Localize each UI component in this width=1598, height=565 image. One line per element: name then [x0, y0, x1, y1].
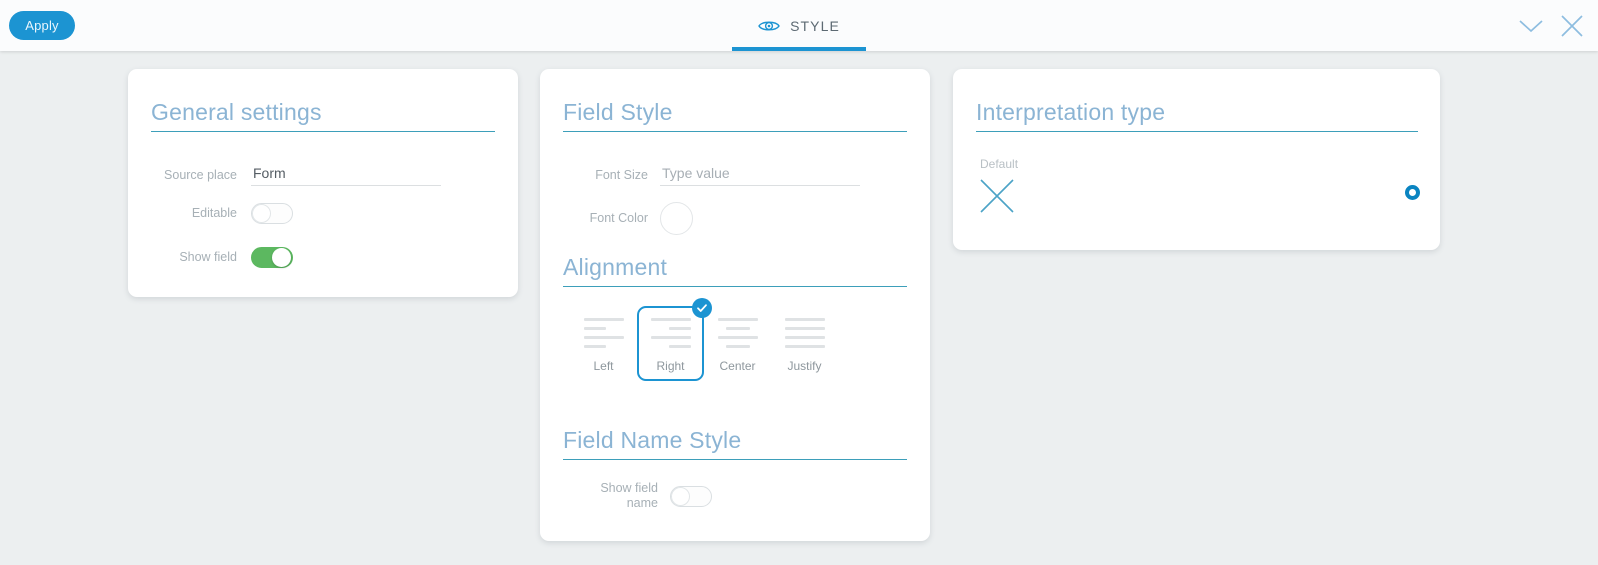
font-color-swatch[interactable] — [660, 202, 693, 235]
close-icon[interactable] — [1560, 14, 1584, 38]
alignment-preview-lines — [650, 318, 691, 348]
font-size-input[interactable] — [660, 165, 860, 186]
show-field-label: Show field — [179, 250, 237, 264]
field-style-title: Field Style — [563, 99, 907, 132]
show-field-name-label: Show field name — [600, 481, 658, 510]
close-x-icon — [976, 175, 1018, 222]
alignment-option-justify[interactable]: Justify — [771, 306, 838, 381]
alignment-preview-line — [784, 327, 825, 330]
eye-icon — [758, 19, 780, 33]
alignment-preview-line — [668, 327, 691, 330]
alignment-preview-line — [650, 336, 691, 339]
alignment-preview-line — [583, 336, 624, 339]
app-header: Apply STYLE — [0, 0, 1598, 51]
alignment-option-left[interactable]: Left — [570, 306, 637, 381]
alignment-preview-line — [583, 327, 606, 330]
editable-toggle[interactable] — [251, 203, 293, 224]
interpretation-body: Default — [976, 157, 1421, 227]
toggle-knob — [671, 486, 690, 506]
show-field-row: Show field — [151, 247, 495, 268]
alignment-option-center[interactable]: Center — [704, 306, 771, 381]
alignment-preview-line — [583, 345, 606, 348]
tab-bar: STYLE — [0, 0, 1598, 51]
toggle-knob — [272, 248, 291, 267]
alignment-preview-line — [725, 327, 750, 330]
tab-style-label: STYLE — [790, 17, 840, 34]
alignment-option-label: Left — [593, 359, 614, 373]
alignment-preview-line — [717, 336, 758, 339]
settings-panel: General settings Source place Editable S… — [0, 51, 1598, 565]
tab-active-indicator — [732, 47, 866, 51]
alignment-title: Alignment — [563, 254, 907, 287]
interpretation-option-default[interactable]: Default — [976, 157, 1018, 227]
font-color-row: Font Color — [563, 202, 907, 235]
chevron-down-icon[interactable] — [1518, 18, 1544, 34]
source-place-label: Source place — [164, 168, 237, 182]
alignment-preview-line — [583, 318, 624, 321]
alignment-option-label: Center — [719, 359, 756, 373]
alignment-option-label: Right — [656, 359, 685, 373]
source-place-row: Source place — [151, 165, 495, 186]
alignment-preview-lines — [784, 318, 825, 348]
show-field-toggle[interactable] — [251, 247, 293, 268]
font-size-row: Font Size — [563, 165, 907, 186]
toggle-knob — [252, 204, 271, 223]
alignment-preview-line — [784, 318, 825, 321]
alignment-preview-line — [717, 318, 758, 321]
alignment-preview-line — [784, 345, 825, 348]
alignment-option-label: Justify — [787, 359, 822, 373]
window-controls — [1518, 0, 1584, 51]
font-size-label: Font Size — [595, 168, 648, 182]
alignment-preview-lines — [583, 318, 624, 348]
show-field-name-row: Show field name — [563, 481, 907, 511]
alignment-option-right[interactable]: Right — [637, 298, 712, 381]
interpretation-type-card: Interpretation type Default — [953, 69, 1440, 250]
interpretation-type-title: Interpretation type — [976, 99, 1418, 132]
interpretation-radio[interactable] — [1405, 184, 1421, 200]
field-style-card: Field Style Font Size Font Color Alignme… — [540, 69, 930, 541]
alignment-preview-line — [650, 318, 691, 321]
show-field-name-toggle[interactable] — [670, 485, 712, 507]
source-place-input[interactable] — [251, 165, 441, 186]
alignment-preview-line — [725, 345, 750, 348]
tab-style[interactable]: STYLE — [732, 0, 866, 51]
alignment-options: Left Right Center Justify — [570, 298, 838, 381]
interpretation-option-label: Default — [980, 157, 1019, 171]
editable-row: Editable — [151, 203, 495, 224]
alignment-preview-line — [668, 345, 691, 348]
general-settings-card: General settings Source place Editable S… — [128, 69, 518, 297]
field-name-style-title: Field Name Style — [563, 427, 907, 460]
editable-label: Editable — [191, 206, 237, 220]
alignment-preview-lines — [717, 318, 758, 348]
interpretation-radio-wrap — [1389, 157, 1421, 227]
general-settings-title: General settings — [151, 99, 495, 132]
alignment-preview-line — [784, 336, 825, 339]
font-color-label: Font Color — [589, 211, 648, 225]
